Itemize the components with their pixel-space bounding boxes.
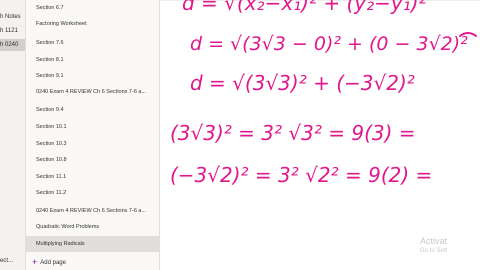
activation-watermark: Activat: [420, 236, 448, 246]
page-item[interactable]: Section 8.1: [26, 53, 159, 67]
page-item[interactable]: Section 9.4: [26, 103, 159, 117]
page-list: Section 6.7 Factoring Worksheet Section …: [26, 0, 160, 270]
note-canvas[interactable]: d = √(x₂−x₁)² + (y₂−y₁)² d = √(3√3 − 0)²…: [160, 0, 480, 270]
section-footer-label[interactable]: ect...: [0, 258, 13, 264]
add-page-button[interactable]: + Add page: [32, 257, 66, 267]
activation-watermark-sub: Go to Sett: [420, 248, 448, 254]
equation-line-1: d = √(x₂−x₁)² + (y₂−y₁)²: [182, 0, 427, 15]
page-item[interactable]: 0240 Exam 4 REVIEW Ch 6 Sections 7-6 a..…: [26, 204, 159, 218]
section-list: h Notes h 1121 h 0240: [0, 0, 26, 270]
equation-line-2: d = √(3√3 − 0)² + (0 − 3√2)²: [190, 33, 468, 55]
equation-line-3: d = √(3√3)² + (−3√2)²: [190, 71, 415, 95]
page-item[interactable]: Section 10.3: [26, 137, 159, 151]
section-item[interactable]: h 1121: [0, 25, 25, 37]
page-item[interactable]: Quadratic Word Problems: [26, 220, 159, 234]
page-item[interactable]: Section 10.1: [26, 120, 159, 134]
page-item[interactable]: Section 7.6: [26, 36, 159, 50]
page-item-active[interactable]: Multiplying Radicals: [26, 236, 159, 252]
ink-stroke: [459, 32, 477, 37]
plus-icon: +: [32, 257, 38, 267]
page-item[interactable]: Section 6.7: [26, 1, 159, 15]
add-page-label: Add page: [40, 260, 66, 266]
equation-line-5: (−3√2)² = 3² √2² = 9(2) =: [170, 163, 432, 187]
page-item[interactable]: Factoring Worksheet: [26, 17, 159, 31]
section-item[interactable]: h Notes: [0, 11, 25, 23]
page-item[interactable]: 0240 Exam 4 REVIEW Ch 6 Sections 7-6 a..…: [26, 85, 159, 99]
section-item-active[interactable]: h 0240: [0, 39, 25, 51]
page-item[interactable]: Section 9.1: [26, 69, 159, 83]
page-item[interactable]: Section 10.8: [26, 153, 159, 167]
page-item[interactable]: Section 11.2: [26, 186, 159, 200]
page-item[interactable]: Section 11.1: [26, 170, 159, 184]
equation-line-4: (3√3)² = 3² √3² = 9(3) =: [170, 121, 416, 145]
